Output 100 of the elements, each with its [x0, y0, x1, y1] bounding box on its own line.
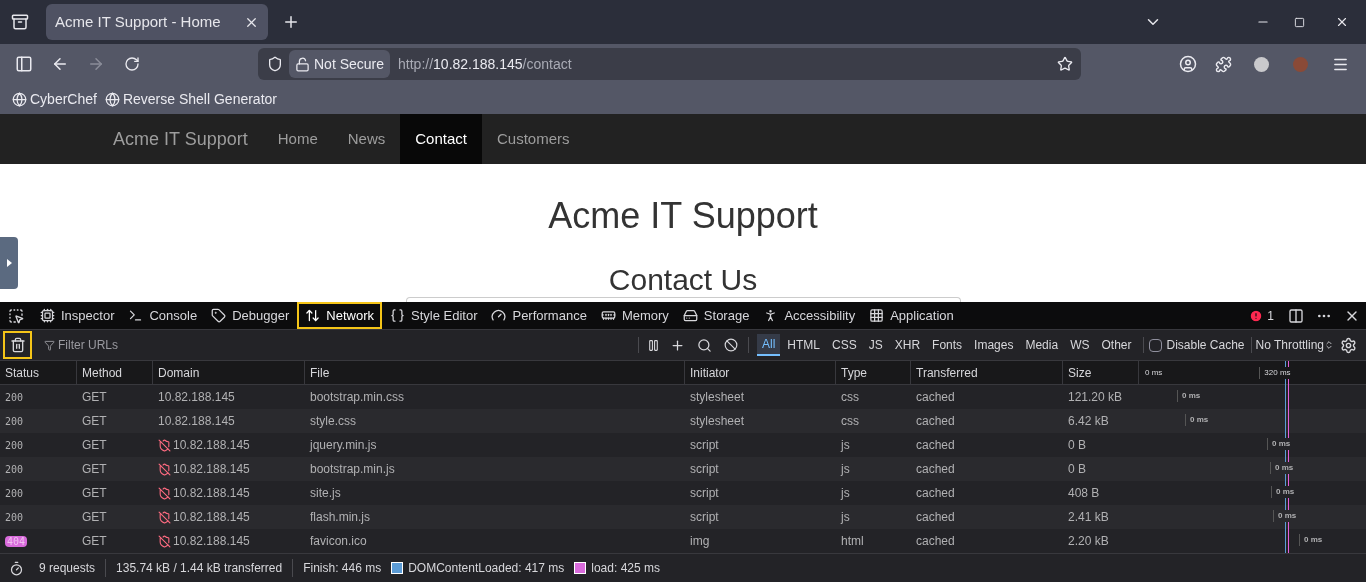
- type-filter[interactable]: Images: [969, 334, 1019, 356]
- devtools-tab[interactable]: Network: [297, 302, 382, 329]
- table-cell-text: js: [839, 509, 851, 526]
- search-icon[interactable]: [697, 337, 712, 353]
- table-cell-text: cached: [915, 437, 956, 454]
- status-code: 404: [5, 535, 28, 547]
- devtools-tab[interactable]: Debugger: [205, 302, 296, 329]
- star-icon[interactable]: [1057, 56, 1073, 72]
- nav-link[interactable]: Customers: [481, 114, 585, 164]
- devtools-tab[interactable]: Performance: [485, 302, 593, 329]
- table-cell-text: 6.42 kB: [1067, 413, 1110, 430]
- filter-field[interactable]: Filter URLs: [58, 336, 638, 354]
- type-filter[interactable]: XHR: [889, 334, 926, 356]
- request-row[interactable]: 200 GET 10.82.188.145 style.css stylesheet css cached 6.42 kB 0 ms: [0, 409, 1366, 433]
- bookmark-link[interactable]: CyberChef: [12, 88, 97, 110]
- table-cell-text: site.js: [309, 485, 342, 502]
- plus-icon[interactable]: [670, 337, 685, 353]
- address-bar[interactable]: Not Secure http://10.82.188.145/contact: [258, 48, 1081, 80]
- pause-icon[interactable]: [647, 338, 660, 352]
- globe-icon: [12, 91, 27, 107]
- table-cell-text: style.css: [309, 413, 357, 430]
- table-cell-text: script: [689, 485, 720, 502]
- table-cell-text: stylesheet: [689, 413, 746, 430]
- browser-tab[interactable]: Acme IT Support - Home: [46, 4, 268, 40]
- sidebar-icon[interactable]: [15, 55, 33, 73]
- table-cell-text: bootstrap.min.js: [309, 461, 396, 478]
- maximize-icon[interactable]: [1294, 16, 1305, 28]
- site-brand[interactable]: Acme IT Support: [113, 114, 248, 164]
- account-icon[interactable]: [1179, 55, 1197, 73]
- clear-button[interactable]: [3, 331, 32, 359]
- disable-cache-checkbox[interactable]: [1149, 338, 1163, 352]
- error-count[interactable]: 1: [1249, 306, 1274, 325]
- back-icon[interactable]: [51, 55, 69, 73]
- reload-icon[interactable]: [124, 56, 140, 72]
- block-icon[interactable]: [724, 338, 738, 352]
- status-code: 200: [5, 487, 24, 499]
- status-code: 200: [5, 511, 24, 523]
- puzzle-icon[interactable]: [1215, 55, 1232, 73]
- nav-link[interactable]: News: [332, 114, 401, 164]
- close-icon[interactable]: [1335, 15, 1349, 29]
- devtools-tab[interactable]: Console: [122, 302, 204, 329]
- devtools-tab[interactable]: Memory: [594, 302, 675, 329]
- column-header[interactable]: Domain: [153, 361, 305, 384]
- timer-icon: [9, 560, 24, 576]
- table-cell-text: bootstrap.min.css: [309, 389, 406, 406]
- updown-icon: [1324, 340, 1334, 350]
- column-header[interactable]: Initiator: [685, 361, 836, 384]
- table-cell-text: img: [689, 533, 711, 550]
- devtools-tab[interactable]: Storage: [676, 302, 756, 329]
- table-cell-text: css: [840, 413, 860, 430]
- devtools-tab[interactable]: Style Editor: [384, 302, 484, 329]
- extension-icon[interactable]: [1254, 56, 1269, 72]
- new-tab-icon[interactable]: [282, 13, 300, 31]
- section-heading: Contact Us: [608, 262, 758, 298]
- type-filter[interactable]: Media: [1020, 334, 1064, 356]
- timing-label: 0 ms: [1273, 510, 1298, 522]
- column-header[interactable]: Status: [0, 361, 77, 384]
- table-cell-text: 10.82.188.145: [173, 461, 250, 478]
- grid-icon: [869, 308, 885, 323]
- request-row[interactable]: 200 GET 10.82.188.145 flash.min.js script js cached 2.41 kB 0 ms: [0, 505, 1366, 529]
- shield-icon: [267, 56, 283, 72]
- nav-link[interactable]: Contact: [400, 114, 482, 164]
- type-filter[interactable]: Fonts: [927, 334, 968, 356]
- type-filter[interactable]: HTML: [782, 334, 825, 356]
- checkbox-label: Disable Cache: [1166, 337, 1245, 354]
- table-cell-text: script: [689, 509, 720, 526]
- picker-icon[interactable]: [8, 307, 24, 324]
- timing-label: 0 ms: [1267, 438, 1292, 450]
- table-cell-text: 2.20 kB: [1067, 533, 1110, 550]
- request-row[interactable]: 200 GET 10.82.188.145 bootstrap.min.js script js cached 0 B 0 ms: [0, 457, 1366, 481]
- bookmark-link[interactable]: Reverse Shell Generator: [104, 88, 277, 110]
- type-filter[interactable]: All: [757, 334, 781, 356]
- type-filter[interactable]: WS: [1065, 334, 1095, 356]
- column-header[interactable]: Method: [77, 361, 153, 384]
- devtools-tab[interactable]: Accessibility: [757, 302, 862, 329]
- throttling-select[interactable]: No Throttling: [1255, 336, 1334, 354]
- devtools-tab[interactable]: Application: [863, 302, 960, 329]
- security-badge[interactable]: Not Secure: [289, 50, 391, 78]
- table-cell-text: js: [839, 485, 851, 502]
- timing-label: 0 ms: [1299, 534, 1324, 546]
- tab-list-icon[interactable]: [11, 13, 29, 31]
- table-cell-text: GET: [81, 389, 108, 406]
- table-cell-text: cached: [915, 533, 956, 550]
- side-panel-handle[interactable]: [0, 237, 18, 289]
- table-cell-text: 10.82.188.145: [158, 389, 235, 406]
- devtools-tab[interactable]: Inspector: [34, 302, 121, 329]
- type-filter[interactable]: CSS: [827, 334, 862, 356]
- column-header[interactable]: Type: [836, 361, 911, 384]
- settings-icon[interactable]: [1340, 336, 1357, 354]
- dom-loaded-time: DOMContentLoaded: 417 ms: [408, 560, 565, 577]
- timing-label: 0 ms: [1185, 414, 1210, 426]
- table-cell-text: cached: [915, 509, 956, 526]
- column-header[interactable]: Transferred: [911, 361, 1063, 384]
- nav-link[interactable]: Home: [262, 114, 333, 164]
- column-header[interactable]: File: [305, 361, 685, 384]
- dock-icon[interactable]: [1288, 307, 1304, 324]
- type-filter[interactable]: JS: [863, 334, 888, 356]
- column-header[interactable]: Size: [1063, 361, 1139, 384]
- type-filter[interactable]: Other: [1096, 334, 1137, 356]
- table-cell-text: js: [839, 461, 851, 478]
